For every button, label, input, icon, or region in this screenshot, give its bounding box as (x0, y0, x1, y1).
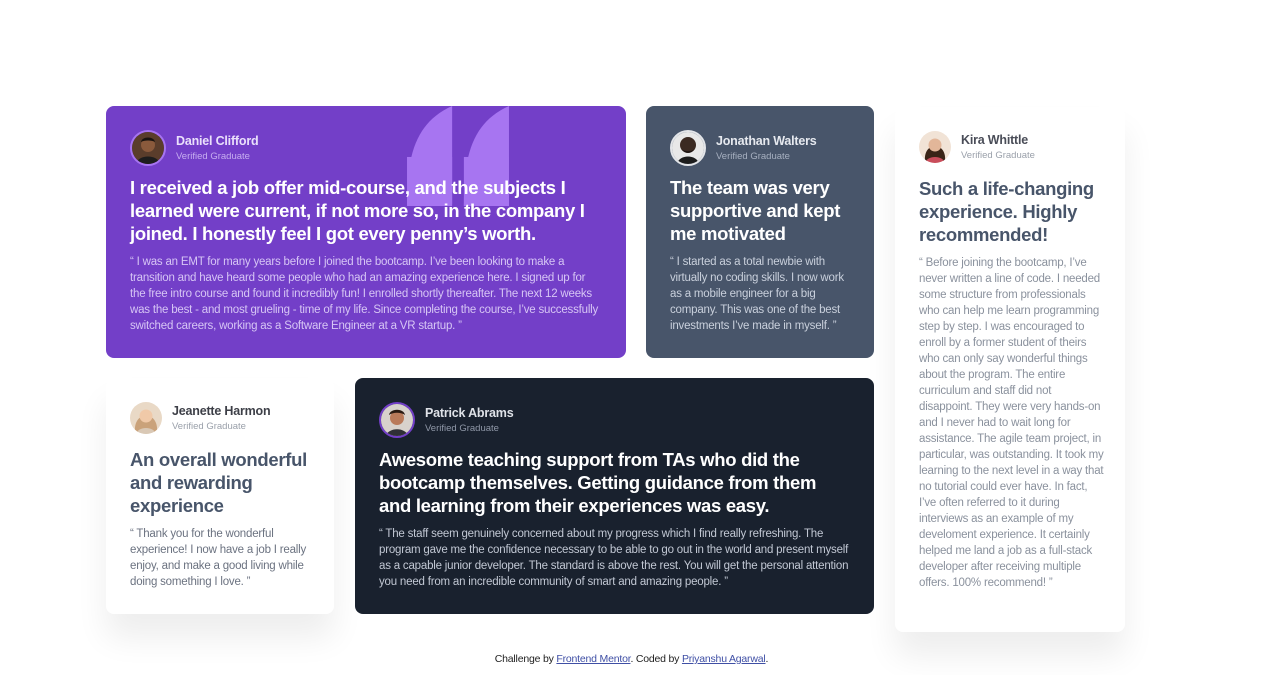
author-role: Verified Graduate (176, 150, 250, 162)
author-role: Verified Graduate (961, 149, 1035, 161)
footer-middle: . Coded by (630, 653, 682, 665)
testimonial-quote: “ I was an EMT for many years before I j… (130, 256, 599, 332)
author-role: Verified Graduate (425, 422, 499, 434)
testimonial-card-jeanette: Jeanette Harmon Verified Graduate An ove… (106, 378, 334, 614)
author-link[interactable]: Priyanshu Agarwal (682, 653, 766, 665)
testimonial-quote: “ The staff seem genuinely concerned abo… (379, 528, 849, 588)
author-header: Daniel Clifford Verified Graduate (130, 130, 259, 166)
testimonial-headline: I received a job offer mid-course, and t… (130, 177, 585, 244)
testimonial-quote: “ I started as a total newbie with virtu… (670, 256, 844, 332)
author-header: Kira Whittle Verified Graduate (919, 131, 1035, 163)
avatar-jeanette (130, 402, 162, 434)
frontend-mentor-link[interactable]: Frontend Mentor (556, 653, 630, 665)
testimonial-card-jonathan: Jonathan Walters Verified Graduate The t… (646, 106, 874, 358)
testimonial-quote: “ Thank you for the wonderful experience… (130, 528, 307, 588)
testimonial-headline: Awesome teaching support from TAs who di… (379, 449, 817, 516)
author-name: Kira Whittle (961, 133, 1029, 147)
author-role: Verified Graduate (172, 420, 246, 432)
avatar-kira (919, 131, 951, 163)
author-name: Jonathan Walters (716, 134, 817, 148)
testimonial-headline: The team was very supportive and kept me… (670, 177, 841, 244)
avatar-daniel (130, 130, 166, 166)
footer-suffix: . (765, 653, 769, 665)
author-name: Jeanette Harmon (172, 404, 271, 418)
testimonial-quote: “ Before joining the bootcamp, I’ve neve… (919, 257, 1104, 589)
author-header: Jeanette Harmon Verified Graduate (130, 402, 271, 434)
footer-prefix: Challenge by (494, 653, 557, 665)
avatar-jonathan (670, 130, 706, 166)
author-name: Patrick Abrams (425, 406, 514, 420)
author-role: Verified Graduate (716, 150, 790, 162)
testimonial-headline: Such a life-changing experience. Highly … (919, 178, 1094, 245)
testimonial-card-daniel: Daniel Clifford Verified Graduate I rece… (106, 106, 626, 358)
testimonial-headline: An overall wonderful and rewarding exper… (130, 449, 307, 516)
testimonial-card-patrick: Patrick Abrams Verified Graduate Awesome… (355, 378, 874, 614)
author-header: Patrick Abrams Verified Graduate (379, 402, 514, 438)
author-name: Daniel Clifford (176, 134, 259, 148)
testimonial-card-kira: Kira Whittle Verified Graduate Such a li… (895, 107, 1125, 632)
author-header: Jonathan Walters Verified Graduate (670, 130, 817, 166)
avatar-patrick (379, 402, 415, 438)
attribution-footer: Challenge by Frontend Mentor. Coded by P… (0, 653, 1263, 665)
